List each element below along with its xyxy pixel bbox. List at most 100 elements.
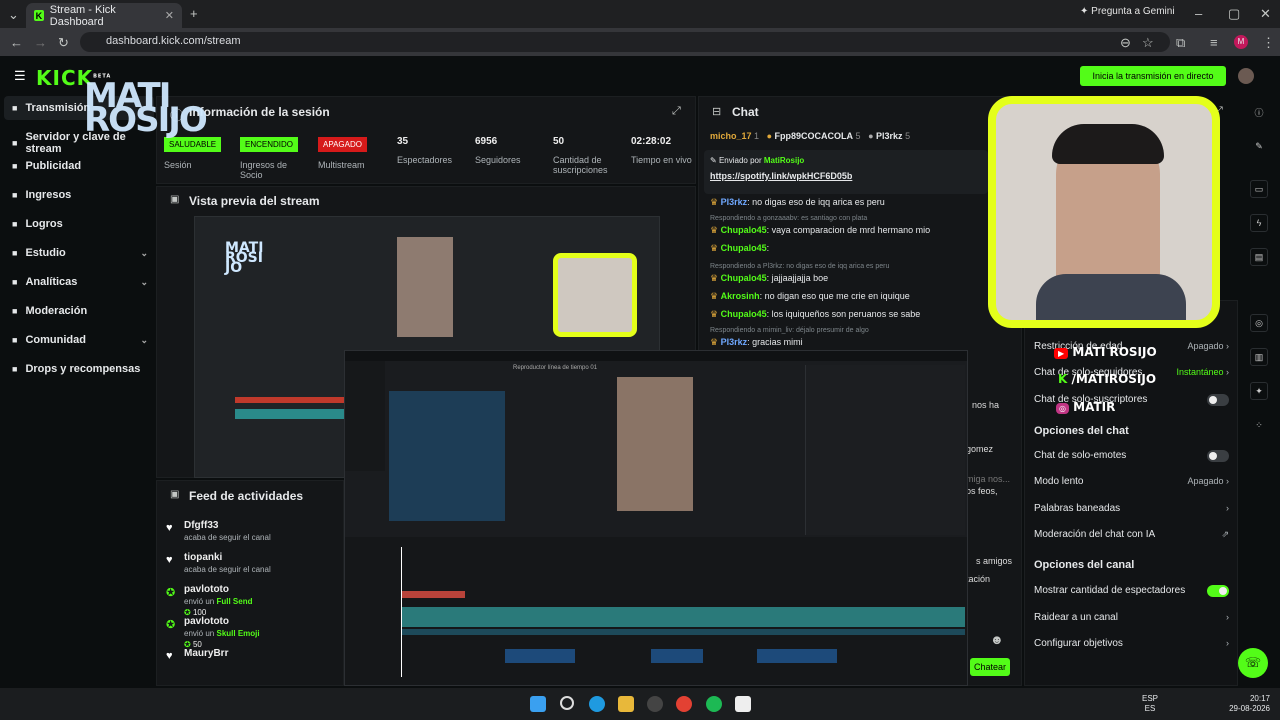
chat-username[interactable]: Akrosinh xyxy=(721,291,760,301)
timeline-audio-clip-2[interactable] xyxy=(651,649,703,663)
start-icon[interactable] xyxy=(530,696,546,712)
help-chat-icon[interactable]: ☏ xyxy=(1238,648,1268,678)
chat-message[interactable]: ♛ Pl3rkz: no digas eso de iqq arica es p… xyxy=(710,197,885,208)
gifter-1[interactable]: micho_17 xyxy=(710,131,752,141)
rail-info-icon[interactable]: ⓘ xyxy=(1250,103,1268,121)
expand-icon[interactable]: ⤢ xyxy=(672,105,681,118)
emoji-icon[interactable]: ☻ xyxy=(990,632,1004,647)
explorer-icon[interactable] xyxy=(618,696,634,712)
gifter-3[interactable]: Pl3rkz xyxy=(876,131,903,141)
back-icon[interactable]: ← xyxy=(10,35,23,50)
toggle-switch[interactable] xyxy=(1207,450,1229,462)
maximize-icon[interactable]: ▢ xyxy=(1228,6,1240,22)
setting-row[interactable]: Palabras baneadas › xyxy=(1034,503,1229,514)
tab-close-icon[interactable]: ✕ xyxy=(165,9,174,22)
feed-user[interactable]: Dfgff33 xyxy=(184,520,271,531)
chat-username[interactable]: Chupalo45 xyxy=(721,309,767,319)
close-window-icon[interactable]: ✕ xyxy=(1260,6,1271,22)
chat-message[interactable]: ♛ Chupalo45: los iquiqueños son peruanos… xyxy=(710,309,920,320)
sidebar-item[interactable]: ■ Ingresos xyxy=(12,189,148,201)
feed-item[interactable]: Dfgff33 acaba de seguir el canal xyxy=(184,520,271,542)
gifter-2[interactable]: Fpp89COCACOLA xyxy=(775,131,854,141)
sidebar-item[interactable]: ■ Estudio ⌄ xyxy=(12,247,148,259)
forward-icon[interactable]: → xyxy=(34,35,47,50)
feed-user[interactable]: MauryBrr xyxy=(184,648,228,659)
feed-user[interactable]: pavlototo xyxy=(184,584,252,595)
chat-message[interactable]: ♛ Pl3rkz: gracias mimi xyxy=(710,337,803,348)
more-menu-icon[interactable]: ⋮ xyxy=(1262,35,1275,51)
timeline-video-track[interactable] xyxy=(401,607,965,627)
pinned-link[interactable]: https://spotify.link/wpkHCF6D05b xyxy=(704,165,988,181)
toggle-switch[interactable] xyxy=(1207,585,1229,597)
gemini-button[interactable]: ✦ Pregunta a Gemini xyxy=(1080,6,1175,17)
rail-wrench-icon[interactable]: ✦ xyxy=(1250,382,1268,400)
chat-message[interactable]: ♛ Chupalo45: xyxy=(710,243,769,254)
profile-avatar[interactable]: M xyxy=(1234,35,1248,49)
rail-bolt-icon[interactable]: ϟ xyxy=(1250,214,1268,232)
chrome-icon[interactable] xyxy=(676,696,692,712)
hamburger-icon[interactable]: ☰ xyxy=(14,68,26,84)
chat-username[interactable]: Chupalo45 xyxy=(721,273,767,283)
timeline-playhead[interactable] xyxy=(401,547,402,677)
sidebar-item[interactable]: ■ Drops y recompensas xyxy=(12,363,148,375)
chat-username[interactable]: Pl3rkz xyxy=(721,337,748,347)
timeline-audio-clip-3[interactable] xyxy=(757,649,837,663)
timeline-audio-clip-1[interactable] xyxy=(505,649,575,663)
send-chat-button[interactable]: Chatear xyxy=(970,658,1010,676)
setting-row[interactable]: Chat de solo-emotes xyxy=(1034,450,1229,462)
stat-value: 02:28:02 xyxy=(631,136,672,147)
rail-card-icon[interactable]: ▭ xyxy=(1250,180,1268,198)
timeline-audio-track[interactable] xyxy=(401,629,965,635)
extensions-icon[interactable]: ⧉ xyxy=(1176,35,1185,51)
setting-row[interactable]: Raidear a un canal › xyxy=(1034,612,1229,623)
sidebar-item[interactable]: ■ Logros xyxy=(12,218,148,230)
feed-item[interactable]: MauryBrr xyxy=(184,648,228,661)
sidebar-item[interactable]: ■ Comunidad ⌄ xyxy=(12,334,148,346)
pinned-user[interactable]: MatiRosijo xyxy=(764,156,804,165)
feed-item[interactable]: pavlototo envió un Full Send ✪ 100 xyxy=(184,584,252,617)
user-avatar[interactable] xyxy=(1238,68,1254,84)
capcut-icon[interactable] xyxy=(735,696,751,712)
start-live-button[interactable]: Inicia la transmisión en directo xyxy=(1080,66,1226,86)
feed-user[interactable]: tiopanki xyxy=(184,552,271,563)
spotify-icon[interactable] xyxy=(706,696,722,712)
chat-username[interactable]: Chupalo45 xyxy=(721,243,767,253)
feed-item[interactable]: tiopanki acaba de seguir el canal xyxy=(184,552,271,574)
reading-list-icon[interactable]: ≡ xyxy=(1210,35,1218,50)
url-field[interactable]: dashboard.kick.com/stream xyxy=(80,32,1170,52)
edge-icon[interactable] xyxy=(589,696,605,712)
rail-apps-icon[interactable]: ⁘ xyxy=(1250,416,1268,434)
clock[interactable]: 20:17 29-08-2026 xyxy=(1222,694,1270,714)
pinned-message[interactable]: ✎ Enviado por MatiRosijo https://spotify… xyxy=(704,150,988,194)
new-tab-icon[interactable]: + xyxy=(190,6,198,21)
sidebar-item[interactable]: ■ Analíticas ⌄ xyxy=(12,276,148,288)
rail-target-icon[interactable]: ◎ xyxy=(1250,314,1268,332)
feed-item[interactable]: pavlototo envió un Skull Emoji ✪ 50 xyxy=(184,616,260,649)
zoom-icon[interactable]: ⊖ xyxy=(1120,35,1131,51)
setting-row[interactable]: Configurar objetivos › xyxy=(1034,638,1229,649)
rail-edit-icon[interactable]: ✎ xyxy=(1250,137,1268,155)
chat-message[interactable]: ♛ Chupalo45: vaya comparacion de mrd her… xyxy=(710,225,930,236)
tab-list-icon[interactable]: ⌄ xyxy=(8,7,19,23)
chat-username[interactable]: Chupalo45 xyxy=(721,225,767,235)
obs-icon[interactable] xyxy=(647,696,663,712)
chat-message[interactable]: ♛ Akrosinh: no digan eso que me crie en … xyxy=(710,291,910,302)
setting-row[interactable]: Mostrar cantidad de espectadores xyxy=(1034,585,1229,597)
rail-doc-icon[interactable]: ▤ xyxy=(1250,248,1268,266)
search-icon[interactable] xyxy=(560,696,574,710)
feed-user[interactable]: pavlototo xyxy=(184,616,260,627)
sidebar-item[interactable]: ■ Moderación xyxy=(12,305,148,317)
setting-row[interactable]: Modo lento Apagado › xyxy=(1034,476,1229,487)
chat-message[interactable]: ♛ Chupalo45: jajjaajjajja boe xyxy=(710,273,828,284)
chat-partial: nos ha xyxy=(972,400,1000,410)
minimize-icon[interactable]: – xyxy=(1195,6,1202,21)
language-indicator[interactable]: ESP ES xyxy=(1142,694,1158,714)
bookmark-star-icon[interactable]: ☆ xyxy=(1142,35,1154,51)
reload-icon[interactable]: ↻ xyxy=(58,35,69,51)
browser-tab[interactable]: K Stream - Kick Dashboard ✕ xyxy=(26,3,182,28)
chat-username[interactable]: Pl3rkz xyxy=(721,197,748,207)
setting-row[interactable]: Moderación del chat con IA ⇗ xyxy=(1034,529,1229,540)
toggle-switch[interactable] xyxy=(1207,394,1229,406)
timeline-clip-red[interactable] xyxy=(401,591,465,598)
rail-archive-icon[interactable]: ▥ xyxy=(1250,348,1268,366)
